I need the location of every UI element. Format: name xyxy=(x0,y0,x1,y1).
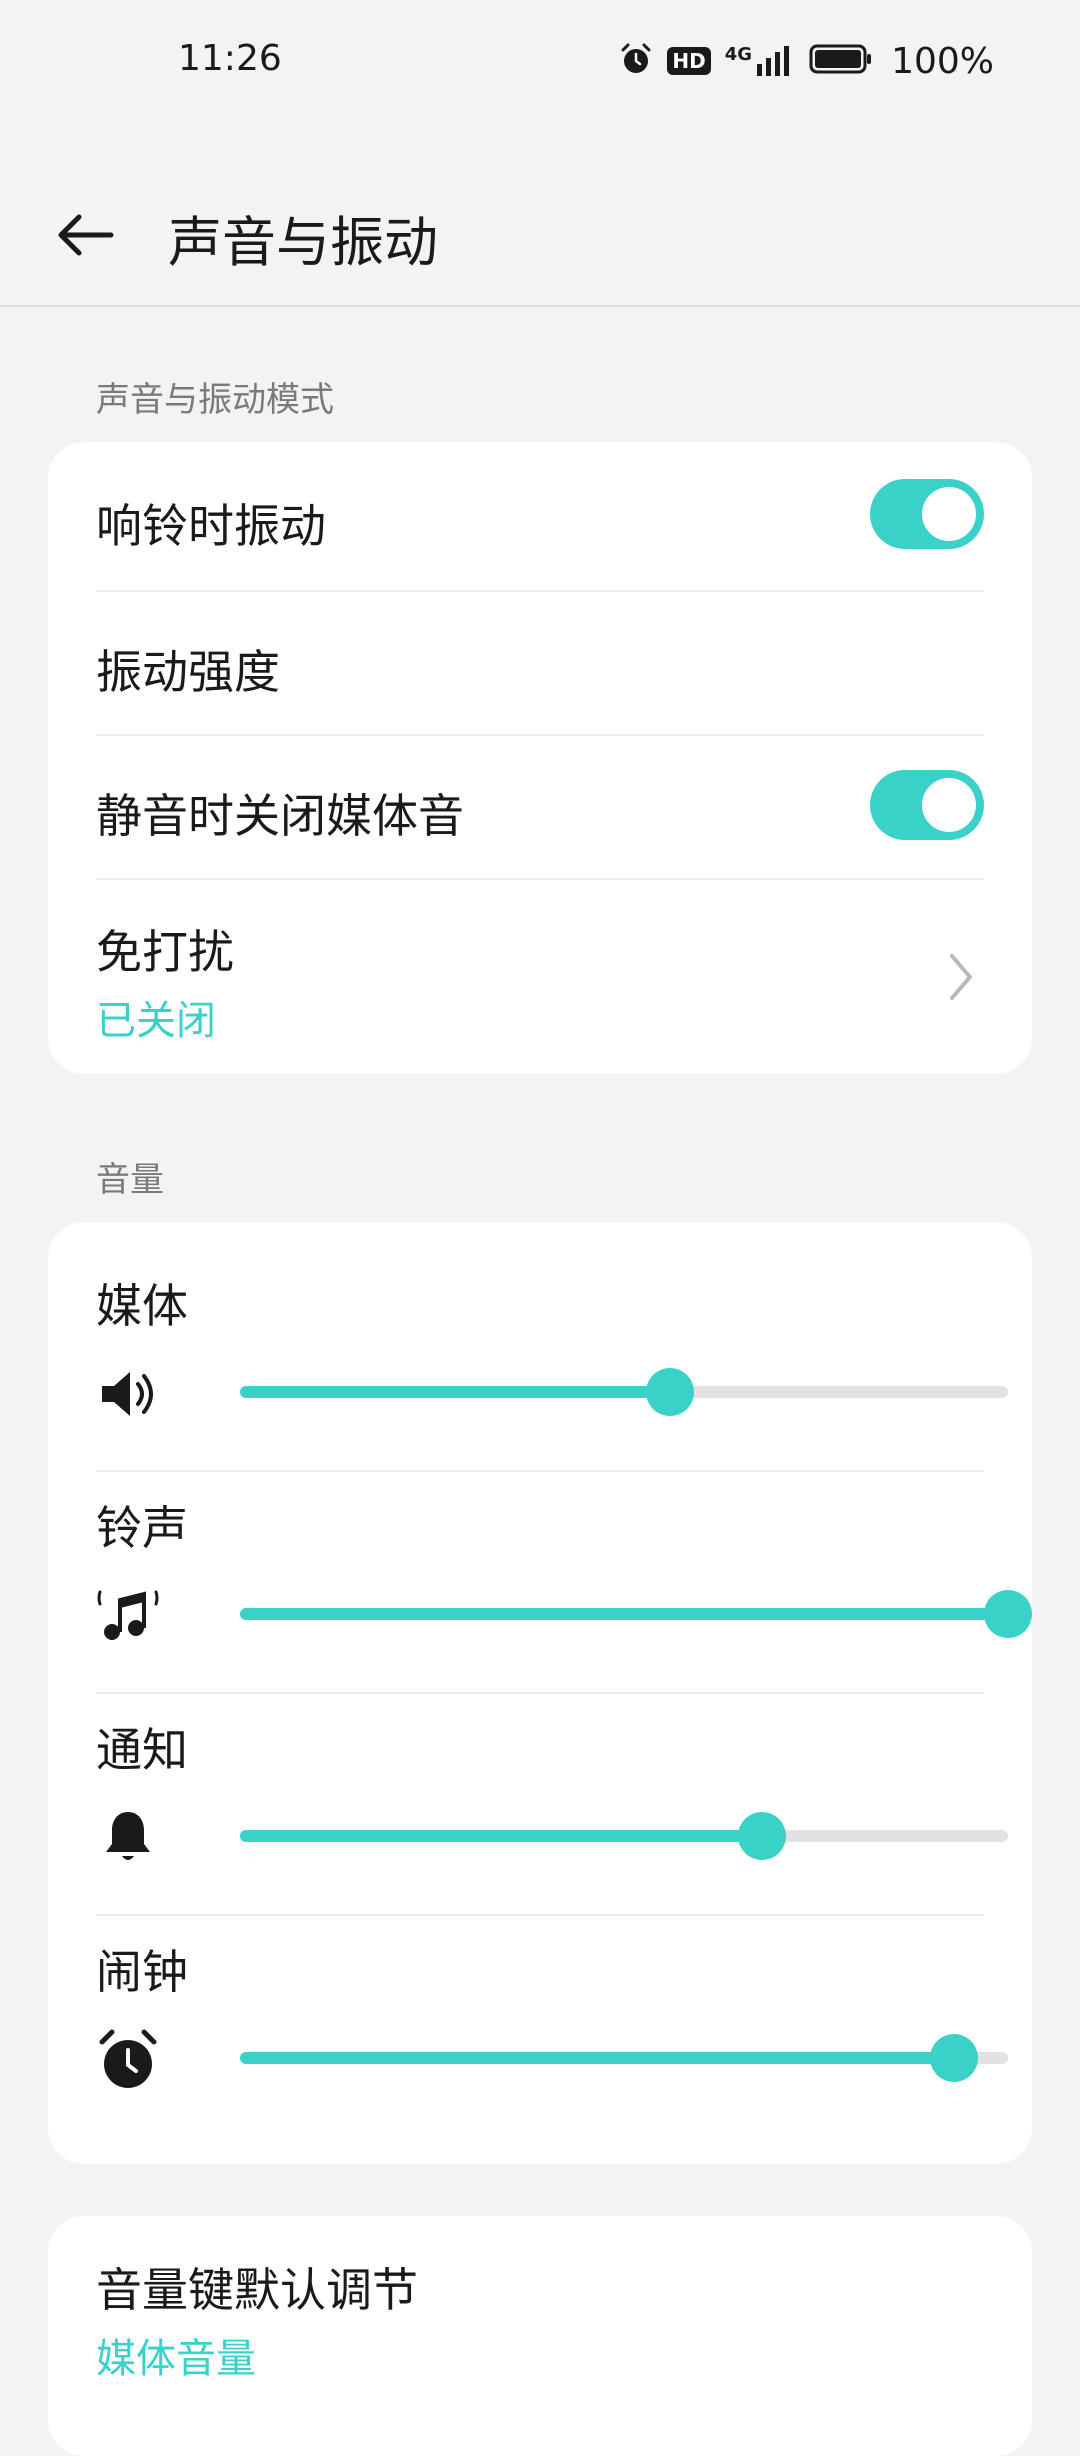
divider xyxy=(96,1470,984,1472)
page-title: 声音与振动 xyxy=(168,211,438,274)
alarm-slider-thumb[interactable] xyxy=(930,2034,979,2082)
vibrate-strength-label: 振动强度 xyxy=(96,645,280,699)
vibrate-strength-row[interactable]: 振动强度 xyxy=(96,592,984,734)
toggle-knob xyxy=(922,487,976,541)
media-slider-fill xyxy=(240,1386,671,1398)
ringtone-slider-fill xyxy=(240,1608,1008,1620)
section-label-volume: 音量 xyxy=(96,1160,164,1200)
alarm-slider[interactable] xyxy=(240,2034,1008,2082)
media-label: 媒体 xyxy=(96,1279,188,1333)
signal-icon: 4G xyxy=(725,44,795,78)
bell-icon xyxy=(96,1806,160,1870)
alarm-clock-icon xyxy=(96,2028,160,2092)
hd-badge: HD xyxy=(667,47,711,75)
media-volume: 媒体 xyxy=(96,1270,1008,1480)
back-button[interactable] xyxy=(50,200,120,270)
alarm-status-icon xyxy=(619,42,653,80)
alarm-volume: 闹钟 xyxy=(96,1936,1008,2146)
dnd-status: 已关闭 xyxy=(96,998,216,1044)
mute-media-row[interactable]: 静音时关闭媒体音 xyxy=(96,736,984,878)
notification-slider-thumb[interactable] xyxy=(738,1812,787,1860)
ring-vibrate-row[interactable]: 响铃时振动 xyxy=(96,442,984,586)
ring-vibrate-label: 响铃时振动 xyxy=(96,499,326,553)
chevron-right-icon xyxy=(950,954,972,1000)
alarm-slider-fill xyxy=(240,2052,955,2064)
dnd-row[interactable]: 免打扰 已关闭 xyxy=(96,880,984,1074)
arrow-left-icon xyxy=(58,214,114,256)
status-icons: HD 4G 100% xyxy=(619,36,994,86)
app-header: 声音与振动 xyxy=(0,170,1080,307)
divider xyxy=(96,1692,984,1694)
battery-percent: 100% xyxy=(891,40,994,82)
media-slider[interactable] xyxy=(240,1368,1008,1416)
volume-key-row[interactable]: 音量键默认调节 媒体音量 xyxy=(96,2216,984,2412)
notification-slider-fill xyxy=(240,1830,763,1842)
notification-slider[interactable] xyxy=(240,1812,1008,1860)
volume-card: 媒体 铃声 通知 闹钟 xyxy=(48,1222,1032,2164)
toggle-knob xyxy=(922,778,976,832)
ringtone-label: 铃声 xyxy=(96,1501,188,1555)
notification-label: 通知 xyxy=(96,1723,188,1777)
ringtone-slider[interactable] xyxy=(240,1590,1032,1638)
alarm-label: 闹钟 xyxy=(96,1945,188,1999)
ring-vibrate-toggle[interactable] xyxy=(870,479,984,549)
mute-media-label: 静音时关闭媒体音 xyxy=(96,789,464,843)
section-label-mode: 声音与振动模式 xyxy=(96,380,334,420)
media-slider-thumb[interactable] xyxy=(646,1368,695,1416)
status-bar: 11:26 HD 4G 100% xyxy=(0,0,1080,120)
volume-key-card: 音量键默认调节 媒体音量 xyxy=(48,2216,1032,2456)
status-time: 11:26 xyxy=(178,38,282,79)
ringtone-slider-thumb[interactable] xyxy=(984,1590,1032,1638)
volume-key-value: 媒体音量 xyxy=(96,2336,256,2382)
speaker-icon xyxy=(96,1362,160,1426)
dnd-label: 免打扰 xyxy=(96,925,234,979)
network-type: 4G xyxy=(724,44,753,65)
mode-card: 响铃时振动 振动强度 静音时关闭媒体音 免打扰 已关闭 xyxy=(48,442,1032,1074)
battery-icon xyxy=(809,42,873,80)
ringtone-icon xyxy=(96,1584,160,1648)
ringtone-volume: 铃声 xyxy=(96,1492,1032,1702)
mute-media-toggle[interactable] xyxy=(870,770,984,840)
notification-volume: 通知 xyxy=(96,1714,1008,1924)
volume-key-label: 音量键默认调节 xyxy=(96,2263,418,2317)
divider xyxy=(96,1914,984,1916)
